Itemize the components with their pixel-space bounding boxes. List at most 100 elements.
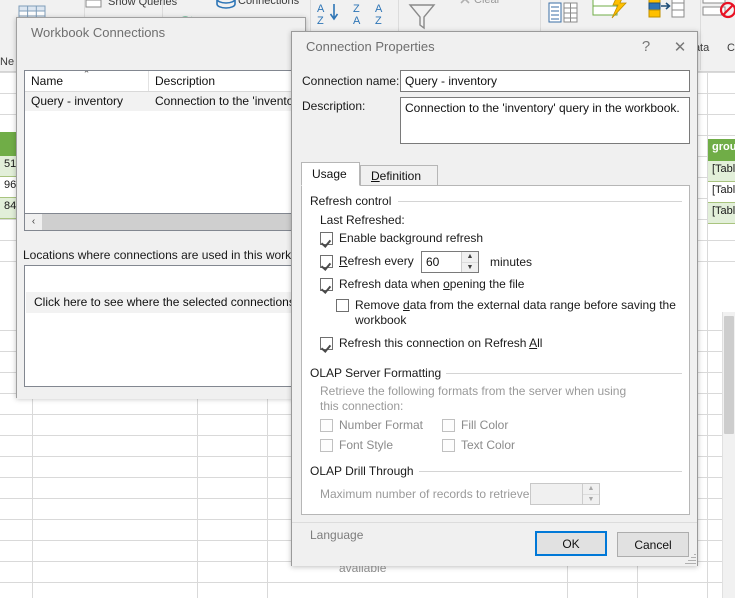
checkbox-box: [320, 419, 333, 432]
checkbox-enable-background-refresh[interactable]: Enable background refresh: [320, 231, 660, 246]
clear-filter-icon[interactable]: [458, 0, 472, 9]
checkbox-box: [320, 232, 333, 245]
last-refreshed-label: Last Refreshed:: [320, 213, 405, 227]
checkbox-box: [320, 439, 333, 452]
checkbox-box: [336, 299, 349, 312]
checkbox-refresh-every-label: Refresh every: [339, 254, 414, 268]
checkbox-remove-data-before-save[interactable]: Remove data from the external data range…: [336, 298, 684, 328]
stepper-down-icon[interactable]: ▼: [583, 495, 599, 505]
connections-list-header[interactable]: ⌃ Name Description: [25, 71, 297, 92]
checkbox-box: [442, 419, 455, 432]
resize-grip[interactable]: [683, 552, 696, 565]
tab-usage-label: Usage: [312, 167, 347, 181]
tab-definition-label: Definition: [371, 169, 422, 183]
max-records-stepper[interactable]: ▲ ▼: [530, 483, 600, 505]
connection-row[interactable]: Query - inventory Connection to the 'inv…: [25, 92, 297, 111]
olap-server-formatting-description: Retrieve the following formats from the …: [320, 384, 627, 413]
olap-drill-through-group-line: [415, 471, 682, 472]
flash-fill-icon[interactable]: [592, 0, 632, 27]
checkbox-enable-background-refresh-label: Enable background refresh: [339, 231, 484, 245]
max-records-label: Maximum number of records to retrieve:: [320, 487, 533, 501]
stepper-up-icon[interactable]: ▲: [462, 252, 478, 263]
checkbox-text-color[interactable]: Text Color: [442, 438, 552, 453]
right-table-cell[interactable]: [Tabl: [708, 182, 735, 203]
connection-properties-content: Connection name: Query - inventory Descr…: [292, 62, 697, 575]
max-records-value[interactable]: [531, 484, 582, 504]
sort-az-icon[interactable]: A Z: [316, 0, 342, 33]
connection-name-input[interactable]: Query - inventory: [400, 70, 690, 92]
checkbox-refresh-every[interactable]: Refresh every: [320, 254, 430, 269]
ribbon-label-clear: Clear: [474, 0, 501, 6]
sort-icon[interactable]: A Z: [374, 0, 394, 33]
description-input[interactable]: Connection to the 'inventory' query in t…: [400, 97, 690, 144]
checkbox-box: [320, 337, 333, 350]
svg-text:Z: Z: [317, 15, 324, 27]
svg-text:A: A: [375, 3, 383, 15]
tab-usage[interactable]: Usage: [301, 162, 360, 186]
screen-root: Ne Show Queries Connections A Z Z A A Z …: [0, 0, 735, 598]
locations-box[interactable]: Click here to see where the selected con…: [24, 265, 298, 387]
right-table-cell[interactable]: [Tabl: [708, 161, 735, 182]
checkbox-font-style[interactable]: Font Style: [320, 438, 430, 453]
show-queries-icon[interactable]: [85, 0, 103, 13]
workbook-connections-body: ⌃ Name Description Query - inventory Con…: [17, 48, 305, 399]
scrollbar-thumb[interactable]: [724, 316, 734, 434]
connections-listview[interactable]: ⌃ Name Description Query - inventory Con…: [24, 70, 298, 214]
minutes-label: minutes: [490, 255, 533, 269]
connections-icon[interactable]: [215, 0, 237, 13]
stepper-up-icon[interactable]: ▲: [583, 484, 599, 495]
checkbox-refresh-on-refresh-all[interactable]: Refresh this connection on Refresh All: [320, 336, 660, 351]
column-header-name[interactable]: ⌃ Name: [25, 71, 149, 91]
checkbox-refresh-on-open[interactable]: Refresh data when opening the file: [320, 277, 660, 292]
right-table-header-group: group: [708, 139, 735, 161]
stepper-down-icon[interactable]: ▼: [462, 263, 478, 273]
hscroll-track[interactable]: [42, 214, 297, 230]
connection-properties-dialog: Connection Properties ? ✕ Connection nam…: [291, 31, 698, 575]
checkbox-number-format-label: Number Format: [339, 418, 424, 432]
olap-server-formatting-group-line: [435, 373, 682, 374]
cancel-button[interactable]: Cancel: [617, 532, 689, 557]
connection-properties-titlebar[interactable]: Connection Properties ? ✕: [292, 32, 697, 62]
connection-name-label-text: Connection name:: [302, 74, 400, 88]
svg-text:Z: Z: [375, 15, 382, 27]
help-icon[interactable]: ?: [629, 33, 663, 61]
connection-name-label: Connection name:: [302, 74, 399, 88]
checkbox-remove-data-before-save-label: Remove data from the external data range…: [355, 298, 676, 327]
ribbon-label-show-queries: Show Queries: [108, 0, 178, 8]
checkbox-font-style-label: Font Style: [339, 438, 394, 452]
close-icon[interactable]: ✕: [663, 33, 697, 61]
ribbon-label-connections: Connections: [238, 0, 300, 7]
column-header-description[interactable]: Description: [149, 71, 297, 91]
workbook-connections-titlebar[interactable]: Workbook Connections: [17, 18, 305, 48]
refresh-control-group-title: Refresh control: [310, 194, 397, 208]
scroll-left-arrow-icon[interactable]: ‹: [25, 214, 42, 229]
tab-definition[interactable]: Definition: [360, 165, 438, 186]
column-header-name-label: Name: [31, 74, 64, 88]
language-group-title: Language: [310, 528, 369, 542]
ok-button[interactable]: OK: [535, 531, 607, 556]
refresh-interval-stepper[interactable]: 60 ▲ ▼: [421, 251, 479, 273]
ribbon-label-new: Ne: [0, 56, 15, 68]
vertical-scrollbar[interactable]: [722, 312, 735, 598]
locations-hint-row[interactable]: Click here to see where the selected con…: [26, 292, 296, 313]
workbook-connections-dialog: Workbook Connections ⌃ Name Description …: [16, 17, 306, 399]
checkbox-box: [320, 255, 333, 268]
sort-za-icon[interactable]: Z A: [352, 0, 372, 33]
data-validation-icon[interactable]: [702, 0, 735, 27]
stepper-arrows[interactable]: ▲ ▼: [461, 252, 478, 272]
right-table-cell[interactable]: [Tabl: [708, 203, 735, 224]
remove-duplicates-icon[interactable]: [648, 0, 686, 27]
tabstrip[interactable]: Usage Definition: [301, 162, 690, 186]
connection-row-name: Query - inventory: [31, 94, 124, 108]
checkbox-box: [442, 439, 455, 452]
text-to-columns-icon[interactable]: [548, 1, 578, 30]
column-header-description-label: Description: [155, 74, 216, 88]
checkbox-fill-color-label: Fill Color: [461, 418, 509, 432]
checkbox-fill-color[interactable]: Fill Color: [442, 418, 552, 433]
olap-drill-through-group-title: OLAP Drill Through: [310, 464, 419, 478]
stepper-arrows[interactable]: ▲ ▼: [582, 484, 599, 504]
svg-text:A: A: [353, 15, 361, 27]
checkbox-number-format[interactable]: Number Format: [320, 418, 430, 433]
connections-list-hscrollbar[interactable]: ‹: [24, 214, 298, 231]
refresh-interval-value[interactable]: 60: [422, 252, 461, 272]
